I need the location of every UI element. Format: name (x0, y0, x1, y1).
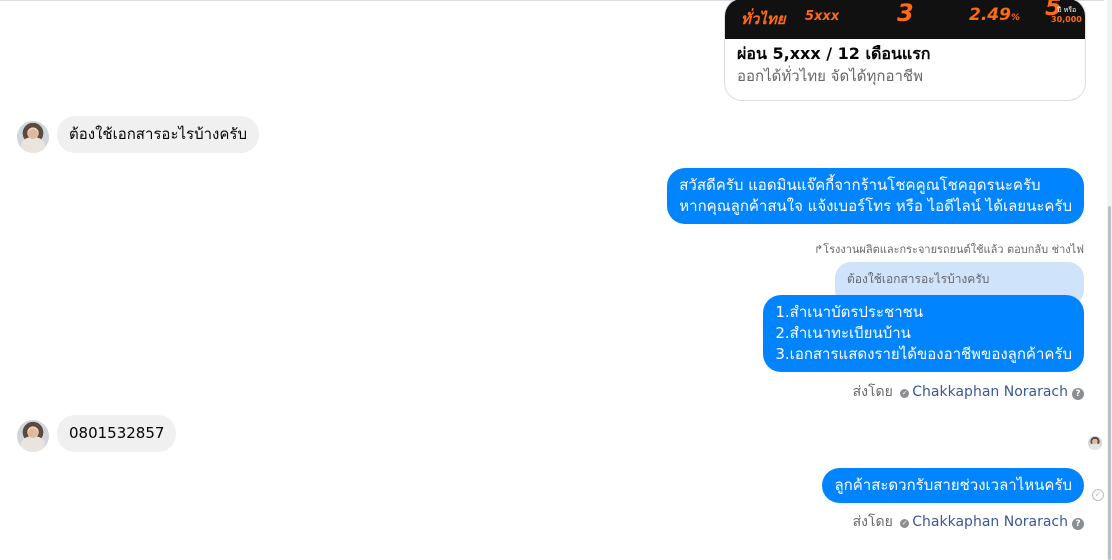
sent-by-label: ส่งโดย ✓ Chakkaphan Norarach? (853, 381, 1084, 403)
incoming-message[interactable]: ต้องใช้เอกสารอะไรบ้างครับ (57, 116, 259, 153)
outgoing-message[interactable]: สวัสดีครับ แอดมินแจ๊คกี้จากร้านโชคคูณโชค… (667, 168, 1084, 224)
product-subtitle: ออกได้ทั่วไทย จัดได้ทุกอาชีพ (737, 67, 923, 85)
scrollbar[interactable] (1107, 0, 1112, 560)
outgoing-message[interactable]: ลูกค้าสะดวกรับสายช่วงเวลาไหนครับ (822, 468, 1084, 503)
help-icon[interactable]: ? (1072, 518, 1084, 530)
banner-approve-number: 3 (897, 0, 914, 27)
banner-rate: 2.49% (969, 5, 1020, 25)
message-line: 3.เอกสารแสดงรายได้ของอาชีพของลูกค้าครับ (775, 345, 1072, 363)
help-icon[interactable]: ? (1072, 388, 1084, 400)
product-banner-image: ทั่วไทย 5xxx 3 2.49% 5 ปี หรือ 30,000 (725, 0, 1085, 39)
message-line: หากคุณลูกค้าสนใจ แจ้งเบอร์โทร หรือ ไอดีไ… (679, 197, 1072, 215)
banner-region: ทั่วไทย (741, 10, 786, 28)
message-line: 2.สำเนาทะเบียนบ้าน (775, 324, 911, 342)
user-avatar[interactable] (17, 420, 49, 452)
sender-name-link[interactable]: Chakkaphan Norarach (912, 384, 1068, 400)
reply-arrow-icon: ↱ (813, 243, 824, 256)
verified-icon: ✓ (900, 389, 910, 398)
user-avatar[interactable] (17, 121, 49, 153)
reply-label: ↱โรงงานผลิตและกระจายรถยนต์ใช้แล้ว ตอบกลั… (813, 243, 1084, 256)
incoming-message[interactable]: 0801532857 (57, 415, 177, 452)
product-card[interactable]: ทั่วไทย 5xxx 3 2.49% 5 ปี หรือ 30,000 ผ่… (724, 0, 1086, 101)
verified-icon: ✓ (900, 519, 910, 528)
scrollbar-thumb[interactable] (1108, 206, 1111, 560)
sent-by-label: ส่งโดย ✓ Chakkaphan Norarach? (853, 511, 1084, 533)
message-line: สวัสดีครับ แอดมินแจ๊คกี้จากร้านโชคคูณโชค… (679, 176, 1041, 194)
sender-name-link[interactable]: Chakkaphan Norarach (912, 514, 1068, 530)
read-receipt-avatar (1088, 436, 1102, 450)
outgoing-message[interactable]: 1.สำเนาบัตรประชาชน 2.สำเนาทะเบียนบ้าน 3.… (763, 295, 1084, 372)
banner-price: 5xxx (805, 9, 840, 24)
message-line: 1.สำเนาบัตรประชาชน (775, 303, 924, 321)
banner-km: 30,000 (1051, 15, 1082, 24)
seen-check-icon: ✓ (1092, 489, 1104, 501)
